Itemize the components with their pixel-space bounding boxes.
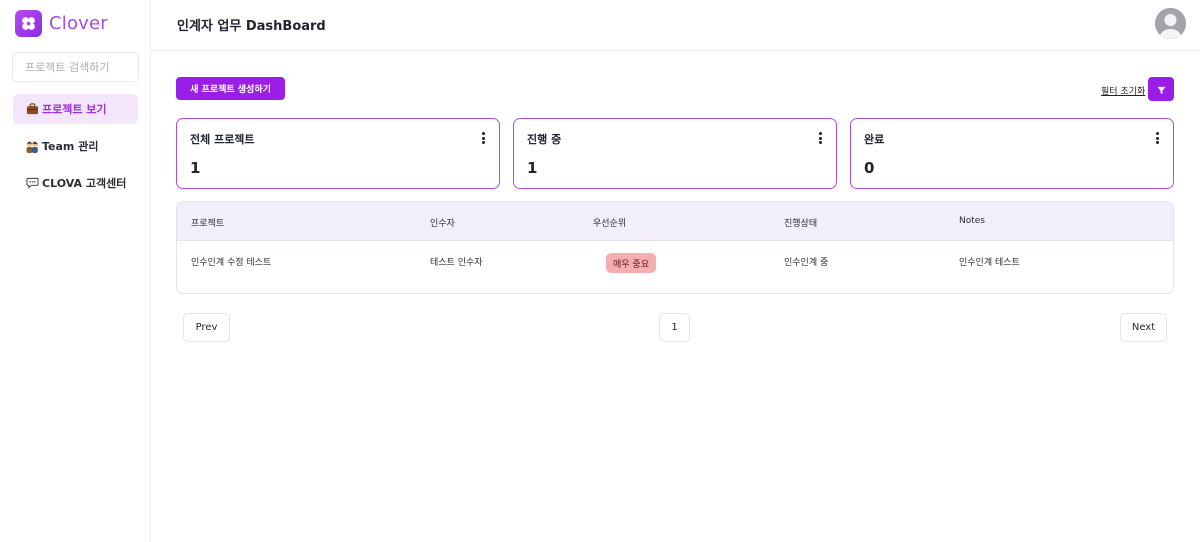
new-project-button[interactable]: 새 프로젝트 생성하기 [176,77,285,100]
project-search-input[interactable] [25,60,126,74]
sidebar-item-label: 프로젝트 보기 [42,103,107,116]
more-vertical-icon[interactable] [1155,132,1159,144]
sidebar-item-projects[interactable]: 프로젝트 보기 [13,94,138,124]
column-header-project: 프로젝트 [191,219,225,229]
more-vertical-icon[interactable] [481,132,485,144]
project-search[interactable] [12,52,139,82]
brand[interactable]: Clover [15,9,108,37]
projects-table: 프로젝트 인수자 우선순위 진행상태 Notes 인수인계 수정 테스트 테스트… [176,201,1174,294]
sidebar-item-team[interactable]: Team 관리 [13,131,138,161]
brand-name: Clover [49,12,108,34]
stat-card-completed: 완료 0 [850,118,1174,189]
sidebar: Clover 프로젝트 보기 Team 관리 [0,0,151,542]
cell-notes: 인수인계 테스트 [959,258,1020,268]
table-header: 프로젝트 인수자 우선순위 진행상태 Notes [177,202,1173,241]
reset-filter-link[interactable]: 필터 초기화 [1101,84,1145,97]
chat-bubble-icon [25,176,39,190]
user-avatar-icon[interactable] [1155,8,1186,39]
top-header: 인계자 업무 DashBoard [151,0,1200,51]
team-icon [25,139,39,153]
column-header-priority: 우선순위 [593,219,627,229]
next-page-button[interactable]: Next [1120,313,1167,342]
filter-button[interactable] [1148,77,1174,101]
clover-logo-icon [15,9,42,37]
page-number-button[interactable]: 1 [659,313,690,342]
card-value: 0 [864,159,875,177]
card-title: 전체 프로젝트 [190,133,255,146]
briefcase-icon [25,102,39,116]
prev-page-button[interactable]: Prev [183,313,230,342]
card-title: 진행 중 [527,133,562,146]
sidebar-item-label: Team 관리 [42,140,99,153]
filter-icon [1156,80,1166,99]
priority-badge: 매우 중요 [606,253,656,273]
card-value: 1 [527,159,538,177]
column-header-status: 진행상태 [784,219,818,229]
card-value: 1 [190,159,201,177]
cell-status: 인수인계 중 [784,258,829,268]
more-vertical-icon[interactable] [818,132,822,144]
stat-card-total: 전체 프로젝트 1 [176,118,500,189]
column-header-notes: Notes [959,216,985,226]
cell-assignee: 테스트 인수자 [430,258,483,268]
stat-card-in-progress: 진행 중 1 [513,118,837,189]
sidebar-item-clova-support[interactable]: CLOVA 고객센터 [13,168,138,198]
column-header-assignee: 인수자 [430,219,455,229]
sidebar-item-label: CLOVA 고객센터 [42,177,127,190]
card-title: 완료 [864,133,885,146]
cell-project[interactable]: 인수인계 수정 테스트 [191,255,271,268]
page-title: 인계자 업무 DashBoard [177,19,326,34]
